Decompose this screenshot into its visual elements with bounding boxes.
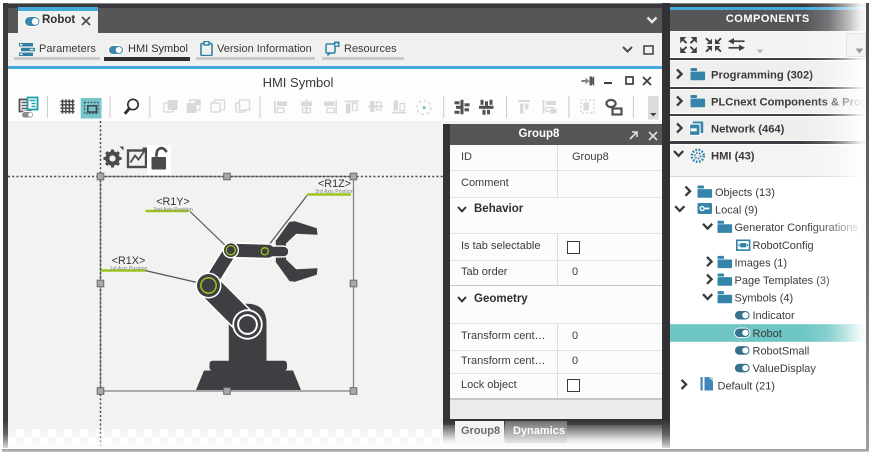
svg-text:Default (21): Default (21) xyxy=(717,381,774,393)
svg-text:Network (464): Network (464) xyxy=(711,124,785,136)
svg-text:Local (9): Local (9) xyxy=(715,205,758,217)
svg-text:RobotSmall: RobotSmall xyxy=(752,345,809,357)
svg-text:3rd Axis Position: 3rd Axis Position xyxy=(315,189,353,195)
svg-text:2nd Axis Position: 2nd Axis Position xyxy=(153,207,193,213)
svg-text:Robot: Robot xyxy=(752,328,781,340)
svg-text:Programming (302): Programming (302) xyxy=(711,70,813,82)
svg-text:1st Axis Position: 1st Axis Position xyxy=(110,266,148,272)
svg-text:HMI (43): HMI (43) xyxy=(711,151,755,163)
svg-text:Images (1): Images (1) xyxy=(734,257,787,269)
svg-text:Indicator: Indicator xyxy=(752,310,795,322)
svg-text:Objects (13): Objects (13) xyxy=(715,187,775,199)
svg-text:Symbols (4): Symbols (4) xyxy=(734,293,793,305)
